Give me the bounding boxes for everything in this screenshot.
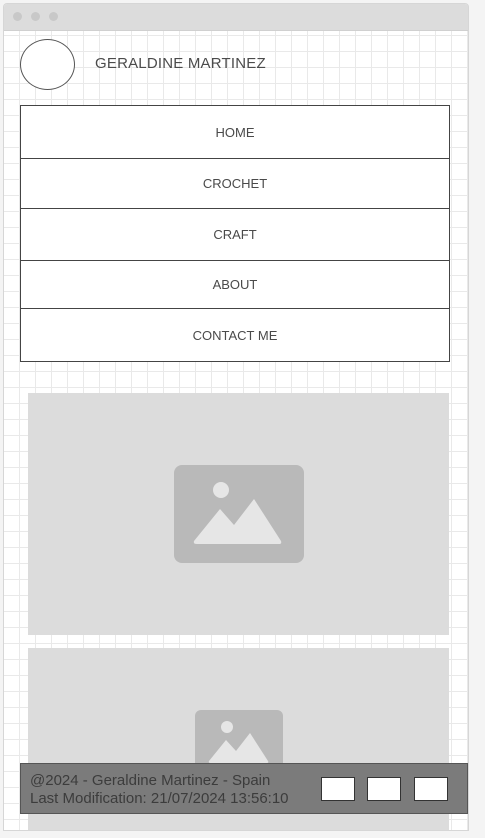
main-nav: HOME CROCHET CRAFT ABOUT CONTACT ME (20, 105, 450, 362)
window-maximize-dot[interactable] (49, 12, 58, 21)
window-close-dot[interactable] (13, 12, 22, 21)
footer-copyright: @2024 - Geraldine Martinez - Spain (30, 772, 271, 789)
nav-item-home[interactable]: HOME (21, 106, 449, 158)
image-placeholder-icon (173, 465, 304, 563)
nav-item-contact-me[interactable]: CONTACT ME (21, 308, 449, 361)
page-footer: @2024 - Geraldine Martinez - Spain Last … (20, 763, 468, 814)
site-title: GERALDINE MARTINEZ (95, 55, 266, 72)
nav-item-crochet[interactable]: CROCHET (21, 158, 449, 208)
window-minimize-dot[interactable] (31, 12, 40, 21)
nav-item-craft[interactable]: CRAFT (21, 208, 449, 260)
image-placeholder-1 (28, 393, 449, 635)
avatar (20, 39, 75, 90)
social-link-button-2[interactable] (367, 777, 401, 801)
social-link-button-1[interactable] (321, 777, 355, 801)
window-titlebar (4, 4, 468, 31)
browser-window: GERALDINE MARTINEZ HOME CROCHET CRAFT AB… (3, 3, 469, 831)
nav-item-about[interactable]: ABOUT (21, 260, 449, 308)
social-link-button-3[interactable] (414, 777, 448, 801)
footer-last-modification: Last Modification: 21/07/2024 13:56:10 (30, 790, 289, 807)
